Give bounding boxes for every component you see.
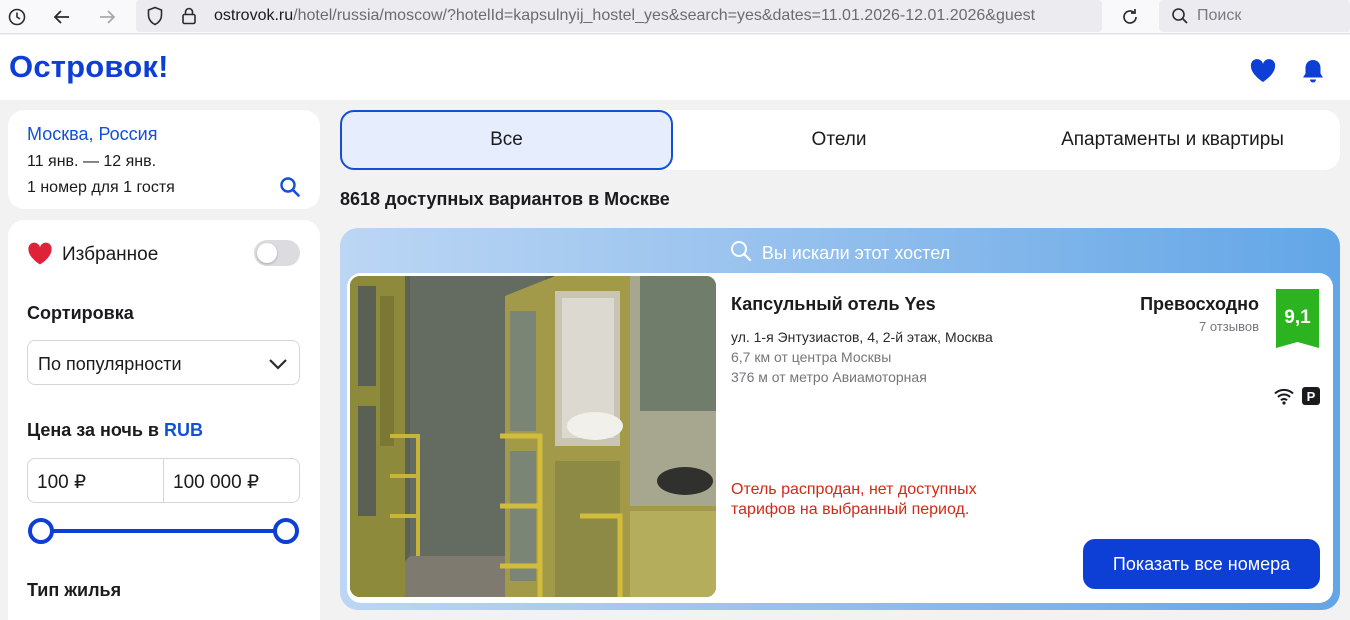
hotel-photo[interactable]	[350, 276, 716, 597]
results-count: 8618 доступных вариантов в Москве	[340, 189, 670, 209]
searched-hotel-block: Вы искали этот хостел Капсульный отель Y…	[340, 228, 1340, 610]
show-all-rooms-button[interactable]: Показать все номера	[1083, 539, 1320, 589]
search-summary-card[interactable]: Москва, Россия 11 янв. — 12 янв. 1 номер…	[8, 110, 320, 209]
sort-title: Сортировка	[27, 303, 134, 323]
searched-hotel-title: Вы искали этот хостел	[761, 243, 951, 263]
soldout-message: Отель распродан, нет доступных тарифов н…	[731, 481, 977, 518]
address-bar[interactable]: ostrovok.ru/hotel/russia/moscow/?hotelId…	[136, 0, 1102, 32]
searched-hotel-header: Вы искали этот хостел	[340, 240, 1340, 267]
browser-toolbar: ostrovok.ru/hotel/russia/moscow/?hotelId…	[0, 0, 1350, 34]
search-icon[interactable]	[279, 176, 301, 198]
history-icon[interactable]	[4, 4, 30, 30]
site-header: Островок!	[0, 35, 1350, 100]
favorites-heart-icon[interactable]	[1249, 57, 1277, 85]
shield-icon[interactable]	[142, 3, 168, 29]
forward-arrow-icon[interactable]	[94, 4, 120, 30]
price-min-input[interactable]: 100 ₽	[27, 458, 164, 503]
browser-search-field[interactable]: Поиск	[1159, 0, 1350, 32]
hotel-distance: 6,7 км от центра Москвы	[731, 349, 892, 365]
svg-text:P: P	[1307, 389, 1316, 404]
lock-icon[interactable]	[176, 3, 202, 29]
chevron-down-icon	[267, 353, 289, 375]
reviews-count[interactable]: 7 отзывов	[1199, 319, 1259, 334]
search-dates[interactable]: 11 янв. — 12 янв.	[27, 153, 156, 171]
toggle-knob	[257, 243, 277, 263]
heart-icon	[27, 242, 53, 266]
hotel-metro: 376 м от метро Авиамоторная	[731, 369, 927, 385]
hotel-address: ул. 1-я Энтузиастов, 4, 2-й этаж, Москва	[731, 329, 993, 345]
price-min-value: 100 ₽	[37, 472, 87, 493]
favorites-toggle[interactable]	[254, 240, 300, 266]
search-icon	[730, 240, 752, 267]
hotel-card[interactable]: Капсульный отель Yes ул. 1-я Энтузиастов…	[347, 273, 1333, 603]
housing-type-title: Тип жилья	[27, 580, 122, 600]
hotel-name[interactable]: Капсульный отель Yes	[731, 294, 936, 315]
wifi-icon	[1274, 387, 1294, 405]
url-text[interactable]: ostrovok.ru/hotel/russia/moscow/?hotelId…	[214, 7, 1094, 25]
search-guests[interactable]: 1 номер для 1 гостя	[27, 179, 175, 197]
search-icon	[1167, 3, 1193, 29]
price-title: Цена за ночь в RUB	[27, 420, 203, 441]
price-max-input[interactable]: 100 000 ₽	[163, 458, 300, 503]
price-max-value: 100 000 ₽	[173, 472, 260, 493]
price-slider-track[interactable]	[41, 529, 286, 533]
reload-icon[interactable]	[1117, 4, 1143, 30]
parking-icon: P	[1302, 387, 1322, 405]
search-city[interactable]: Москва, Россия	[27, 124, 157, 145]
filters-panel: Избранное Сортировка По популярности Цен…	[8, 220, 320, 620]
price-currency[interactable]: RUB	[164, 420, 203, 440]
price-slider-max-handle[interactable]	[273, 518, 299, 544]
score-badge: 9,1	[1276, 289, 1319, 348]
tab-all[interactable]: Все	[340, 110, 673, 170]
property-type-tabs: Все Отели Апартаменты и квартиры	[340, 110, 1340, 170]
sort-value: По популярности	[38, 354, 182, 374]
back-arrow-icon[interactable]	[49, 4, 75, 30]
tab-hotels[interactable]: Отели	[673, 110, 1005, 170]
price-slider-min-handle[interactable]	[28, 518, 54, 544]
rating-word: Превосходно	[1140, 294, 1259, 314]
sort-select[interactable]: По популярности	[27, 340, 300, 385]
browser-search-placeholder: Поиск	[1197, 7, 1242, 24]
notifications-bell-icon[interactable]	[1299, 57, 1327, 85]
tab-apartments[interactable]: Апартаменты и квартиры	[1005, 110, 1340, 170]
price-title-text: Цена за ночь в	[27, 420, 159, 440]
favorites-label: Избранное	[62, 244, 159, 265]
site-logo[interactable]: Островок!	[9, 49, 169, 85]
score-value: 9,1	[1284, 307, 1311, 328]
